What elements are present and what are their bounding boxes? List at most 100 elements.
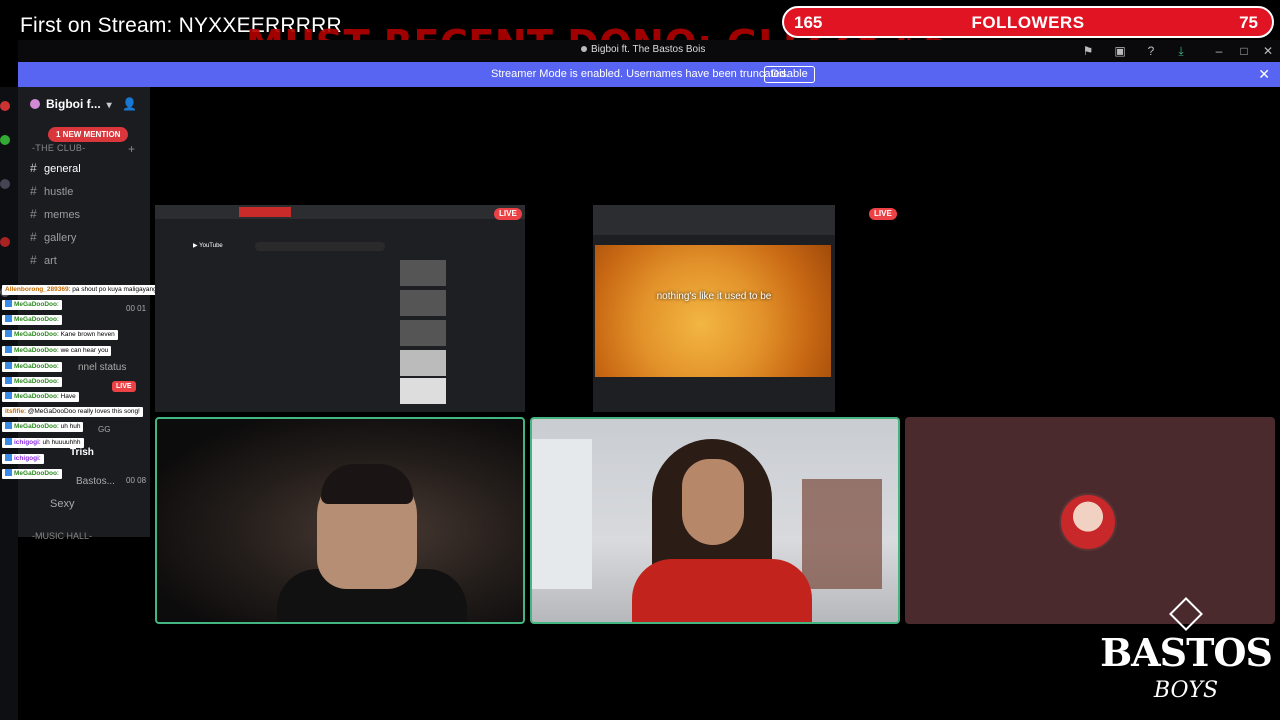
chat-badge-icon [5, 392, 12, 399]
server-rail [0, 87, 18, 720]
chat-text: : [56, 363, 59, 370]
gg-label: GG [98, 425, 111, 434]
live-badge: LIVE [494, 208, 522, 220]
vc-user-trish[interactable]: Trish [70, 447, 94, 458]
chat-text: : Kane brown heven [56, 331, 115, 338]
chat-badge-icon [5, 330, 12, 337]
youtube-logo-icon: ▶ YouTube [193, 243, 223, 249]
window-title: Bigboi ft. The Bastos Bois [581, 44, 705, 55]
server-icon[interactable] [0, 179, 10, 189]
channel-label: memes [44, 209, 81, 221]
youtube-search-bar [255, 242, 385, 251]
browser-tab-active [239, 207, 291, 217]
camera-person [682, 459, 744, 545]
add-member-icon[interactable]: 👤 [122, 97, 137, 111]
inbox-icon[interactable]: ▣ [1112, 43, 1128, 59]
maximize-icon[interactable]: □ [1236, 43, 1252, 59]
add-channel-icon[interactable]: + [128, 142, 135, 156]
help-icon[interactable]: ? [1143, 43, 1159, 59]
karaoke-lyric: nothing's like it used to be [656, 291, 772, 302]
camera-person [321, 464, 413, 504]
logo-word: BASTOS [1100, 630, 1273, 675]
video-thumbnail [400, 320, 446, 346]
flag-icon[interactable]: ⚑ [1080, 43, 1096, 59]
channel-status[interactable]: nnel status [78, 362, 126, 373]
category-label: -THE CLUB- [32, 143, 86, 153]
camera-tile-1[interactable] [155, 417, 525, 624]
browser-tabs [155, 205, 525, 219]
video-thumbnail [400, 260, 446, 286]
category-the-club[interactable]: -THE CLUB- + [32, 142, 135, 156]
voice-timer: 00 08 [126, 476, 147, 485]
chat-message: MeGaDooDoo: Kane brown heven [2, 330, 118, 340]
chat-message: MeGaDooDoo: [2, 315, 62, 325]
logo-emblem [1169, 597, 1203, 631]
chat-message: MeGaDooDoo: [2, 362, 62, 372]
channel-label: gallery [44, 232, 77, 244]
server-icon [30, 99, 40, 109]
channel-label: general [44, 163, 81, 175]
server-icon[interactable] [0, 135, 10, 145]
video-thumbnail [400, 378, 446, 404]
chat-message: itsfifie: @MeGaDooDoo really loves this … [2, 407, 143, 417]
category-music-hall[interactable]: -MUSIC HALL- [32, 531, 92, 541]
live-badge: LIVE [869, 208, 897, 220]
chat-username: ichigogi [14, 455, 39, 462]
chat-message: ichigogi: [2, 454, 44, 464]
server-icon[interactable] [0, 101, 10, 111]
chat-message: MeGaDooDoo: uh huh [2, 422, 84, 432]
hash-icon: # [30, 253, 37, 267]
channel-hustle[interactable]: # hustle [30, 184, 73, 198]
chat-message: MeGaDooDoo: [2, 377, 62, 387]
screen-share-karaoke[interactable]: nothing's like it used to be [593, 205, 835, 412]
avatar [1059, 493, 1117, 551]
camera-tile-3[interactable] [905, 417, 1275, 624]
new-mention-pill[interactable]: 1 NEW MENTION [48, 127, 129, 142]
channel-art[interactable]: # art [30, 253, 57, 267]
chat-username: itsfifie [5, 408, 25, 415]
chat-username: MeGaDooDoo [14, 331, 57, 338]
chat-username: ichigogi [14, 439, 39, 446]
chat-text: : [56, 470, 59, 477]
chat-message: MeGaDooDoo: we can hear you [2, 346, 112, 356]
chat-text: : @MeGaDooDoo really loves this song! [24, 408, 140, 415]
chat-username: MeGaDooDoo [14, 316, 57, 323]
vc-user-sexy[interactable]: Sexy [50, 498, 74, 510]
chat-badge-icon [5, 377, 12, 384]
chat-text: : Have [56, 393, 76, 400]
chat-message: MeGaDooDoo: Have [2, 392, 79, 402]
minimize-icon[interactable]: – [1211, 43, 1227, 59]
chat-text: : uh huuuuhhh [38, 439, 81, 446]
chat-username: MeGaDooDoo [14, 378, 57, 385]
close-banner-icon[interactable]: ✕ [1258, 66, 1270, 83]
disable-streamer-mode-button[interactable]: Disable [764, 66, 815, 83]
karaoke-video [595, 245, 831, 377]
browser-tabs [593, 205, 835, 235]
channel-general[interactable]: # general [30, 161, 81, 175]
followers-goal: 75 [1239, 13, 1258, 32]
server-name[interactable]: Bigboi f... ▾ [30, 97, 112, 111]
download-icon[interactable]: ⤓ [1173, 43, 1189, 59]
video-thumbnail [400, 350, 446, 376]
channel-memes[interactable]: # memes [30, 207, 80, 221]
chat-username: MeGaDooDoo [14, 393, 57, 400]
close-window-icon[interactable]: ✕ [1260, 43, 1276, 59]
channel-gallery[interactable]: # gallery [30, 230, 76, 244]
vc-user-bastos[interactable]: Bastos... [76, 476, 115, 487]
chat-username: MeGaDooDoo [14, 347, 57, 354]
server-icon[interactable] [0, 237, 10, 247]
channel-label: art [44, 255, 57, 267]
camera-tile-2[interactable] [530, 417, 900, 624]
screen-share-youtube[interactable]: ▶ YouTube [155, 205, 525, 412]
window-title-text: Bigboi ft. The Bastos Bois [591, 44, 706, 55]
bastos-boys-logo: BASTOS BOYS [1096, 597, 1276, 718]
camera-background [532, 439, 592, 589]
camera-background [802, 479, 882, 589]
chat-badge-icon [5, 438, 12, 445]
chat-badge-icon [5, 362, 12, 369]
video-thumbnail [400, 290, 446, 316]
followers-goal-bar: 165 FOLLOWERS 75 [782, 6, 1274, 38]
followers-label: FOLLOWERS [971, 13, 1085, 32]
streamer-mode-text: Streamer Mode is enabled. Usernames have… [491, 68, 789, 80]
hash-icon: # [30, 230, 37, 244]
